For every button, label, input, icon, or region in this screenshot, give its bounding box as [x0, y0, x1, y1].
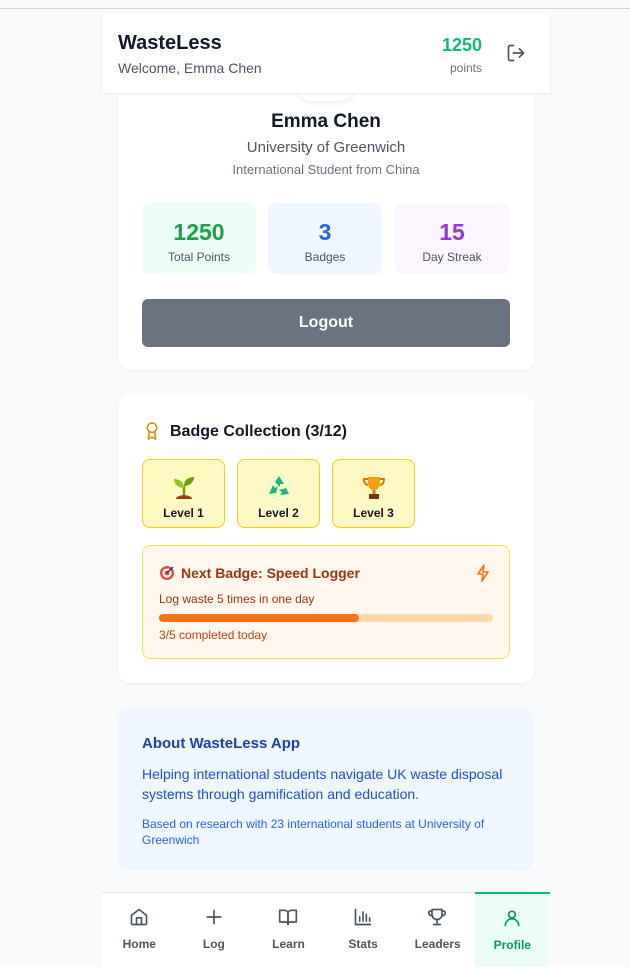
- book-icon: [279, 909, 298, 926]
- seedling-icon: [143, 472, 224, 502]
- header-points-value: 1250: [441, 35, 482, 55]
- stat-value: 1250: [173, 219, 225, 245]
- nav-label: Stats: [348, 937, 378, 951]
- header-points-label: points: [449, 61, 482, 75]
- nav-label: Learn: [272, 937, 305, 951]
- profile-name: Emma Chen: [271, 111, 381, 132]
- next-badge-description: Log waste 5 times in one day: [159, 592, 315, 606]
- log-out-icon[interactable]: [506, 43, 526, 63]
- nav-item-leaders[interactable]: Leaders: [400, 893, 475, 967]
- welcome-text: Welcome, Emma Chen: [118, 60, 262, 76]
- stat-total-points: 1250 Total Points: [142, 203, 256, 274]
- stat-value: 3: [318, 219, 332, 245]
- logout-button[interactable]: Logout: [142, 299, 510, 347]
- stat-label: Badges: [304, 250, 346, 264]
- nav-item-home[interactable]: Home: [102, 893, 177, 967]
- badge-label: Level 2: [258, 506, 299, 520]
- home-icon: [130, 908, 148, 926]
- trophy-icon: [333, 472, 414, 502]
- nav-label: Leaders: [414, 937, 461, 951]
- user-icon: [504, 910, 520, 927]
- nav-item-log[interactable]: Log: [177, 893, 252, 967]
- nav-label: Log: [202, 937, 225, 951]
- nav-label: Profile: [493, 938, 531, 952]
- next-badge-progress-bar: [159, 614, 493, 622]
- recycle-icon: [238, 472, 319, 502]
- progress-fill: [159, 614, 360, 622]
- stat-label: Day Streak: [422, 250, 482, 264]
- bar-chart-icon: [354, 908, 372, 926]
- next-badge-title: Next Badge: Speed Logger: [181, 565, 360, 581]
- nav-item-learn[interactable]: Learn: [251, 893, 326, 967]
- app-shell: WasteLess Welcome, Emma Chen 1250 points…: [102, 13, 550, 967]
- bottom-nav: Home Log Learn Stats Leaders Profile: [102, 892, 550, 967]
- about-card: About WasteLess App Helping internationa…: [118, 707, 534, 871]
- badge-collection-card: Badge Collection (3/12) Level 1 Level 2 …: [118, 395, 534, 683]
- trophy-icon: [428, 908, 447, 926]
- plus-icon: [206, 909, 222, 925]
- lightning-icon: [477, 564, 489, 582]
- stat-label: Total Points: [167, 250, 231, 264]
- target-icon: [160, 566, 174, 580]
- profile-university: University of Greenwich: [246, 139, 406, 156]
- badge-collection-title: Badge Collection (3/12): [170, 423, 347, 440]
- about-title: About WasteLess App: [142, 735, 301, 752]
- badge-label: Level 1: [163, 506, 204, 520]
- profile-origin: International Student from China: [232, 162, 420, 177]
- about-note: Based on research with 23 international …: [142, 817, 485, 847]
- nav-label: Home: [122, 937, 156, 951]
- nav-item-stats[interactable]: Stats: [326, 893, 401, 967]
- nav-item-profile[interactable]: Profile: [475, 892, 550, 967]
- next-badge-panel: Next Badge: Speed Logger Log waste 5 tim…: [142, 545, 510, 659]
- about-text: Helping international students navigate …: [142, 766, 503, 802]
- award-icon: [146, 422, 158, 440]
- next-badge-status: 3/5 completed today: [159, 628, 268, 642]
- badge-label: Level 3: [353, 506, 394, 520]
- profile-card: Emma Chen University of Greenwich Intern…: [118, 93, 534, 370]
- badge-level-2[interactable]: Level 2: [237, 459, 320, 528]
- stat-value: 15: [439, 219, 465, 245]
- stat-badges: 3 Badges: [268, 203, 382, 274]
- stat-day-streak: 15 Day Streak: [395, 203, 509, 274]
- browser-divider: [0, 8, 630, 9]
- app-header: WasteLess Welcome, Emma Chen 1250 points: [102, 13, 550, 93]
- badge-level-3[interactable]: Level 3: [332, 459, 415, 528]
- app-title: WasteLess: [118, 32, 222, 54]
- badge-level-1[interactable]: Level 1: [142, 459, 225, 528]
